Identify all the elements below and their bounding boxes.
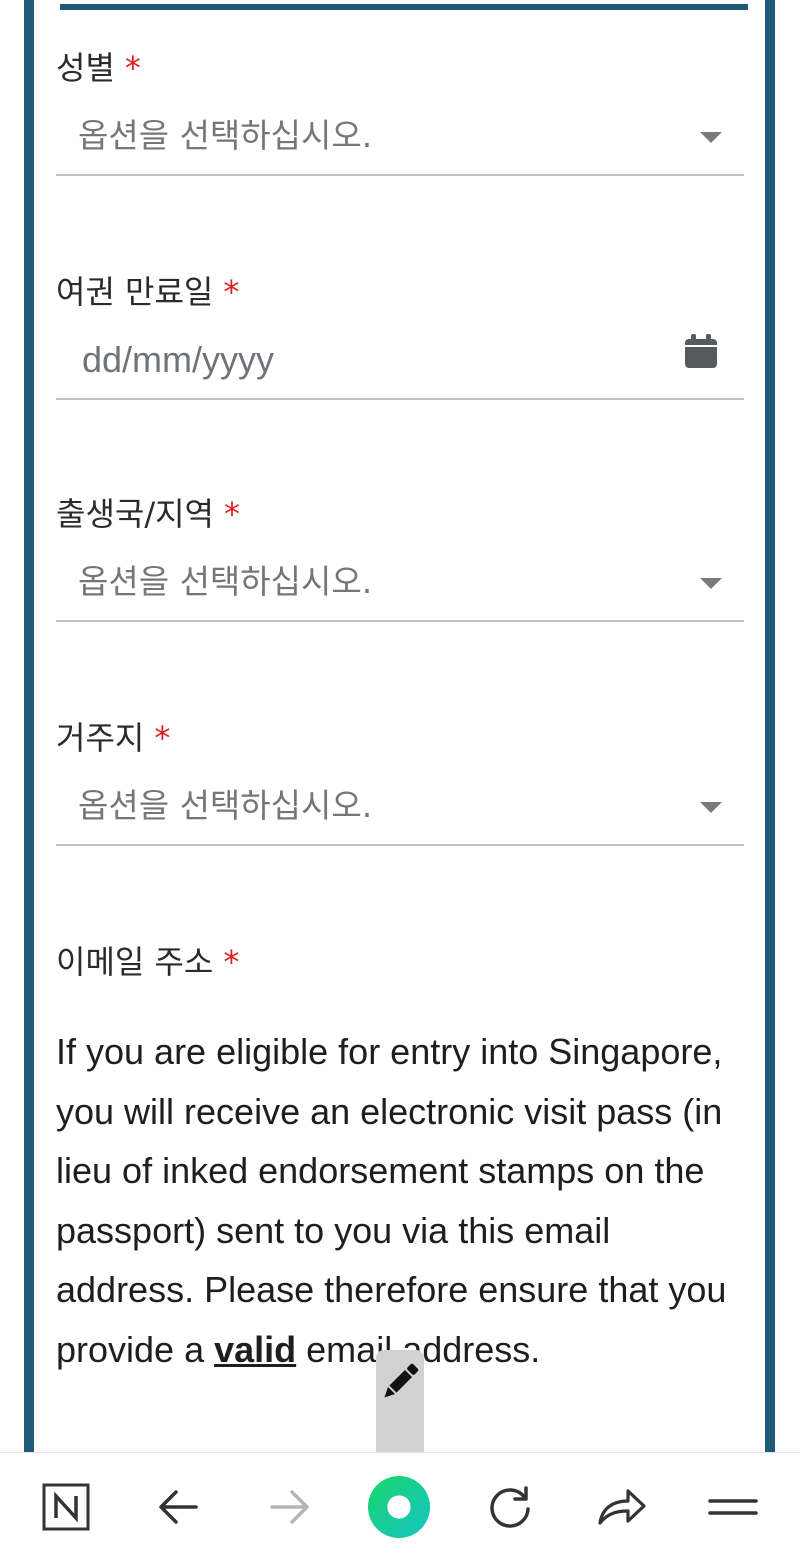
birth-country-select[interactable]: 옵션을 선택하십시오. bbox=[56, 554, 744, 622]
passport-expiry-field: 여권 만료일 * dd/mm/yyyy bbox=[56, 272, 744, 400]
reload-icon bbox=[490, 1486, 530, 1528]
required-mark: * bbox=[223, 943, 240, 981]
pencil-icon bbox=[384, 1363, 419, 1398]
passport-expiry-placeholder: dd/mm/yyyy bbox=[82, 339, 275, 380]
arrow-right-icon bbox=[270, 1490, 309, 1524]
gender-label: 성별 * bbox=[56, 49, 141, 87]
gender-placeholder: 옵션을 선택하십시오. bbox=[78, 116, 373, 155]
residence-placeholder: 옵션을 선택하십시오. bbox=[78, 786, 373, 825]
forward-button[interactable] bbox=[258, 1475, 322, 1539]
share-icon bbox=[598, 1489, 646, 1525]
n-logo-icon bbox=[42, 1483, 90, 1531]
birth-country-label: 출생국/지역 * bbox=[56, 495, 240, 533]
required-mark: * bbox=[223, 495, 240, 533]
menu-button[interactable] bbox=[701, 1475, 765, 1539]
residence-field: 거주지 * 옵션을 선택하십시오. bbox=[56, 718, 744, 846]
required-mark: * bbox=[124, 49, 141, 87]
form-border-left bbox=[24, 0, 34, 1452]
naver-home-button[interactable] bbox=[34, 1475, 98, 1539]
email-field: 이메일 주소 * bbox=[56, 942, 744, 982]
dropdown-caret-icon bbox=[700, 578, 722, 589]
gender-field: 성별 * 옵션을 선택하십시오. bbox=[56, 48, 744, 176]
email-label: 이메일 주소 * bbox=[56, 943, 240, 981]
back-button[interactable] bbox=[146, 1475, 210, 1539]
birth-country-field: 출생국/지역 * 옵션을 선택하십시오. bbox=[56, 494, 744, 622]
gender-select[interactable]: 옵션을 선택하십시오. bbox=[56, 108, 744, 176]
residence-select[interactable]: 옵션을 선택하십시오. bbox=[56, 778, 744, 846]
form-border-right bbox=[765, 0, 775, 1452]
required-mark: * bbox=[154, 719, 171, 757]
form-border-top bbox=[60, 4, 748, 10]
required-mark: * bbox=[223, 273, 240, 311]
dropdown-caret-icon bbox=[700, 802, 722, 813]
page: 성별 * 옵션을 선택하십시오. 여권 만료일 * dd/mm/yyyy 출생국/지… bbox=[0, 0, 800, 1557]
calendar-icon[interactable] bbox=[685, 334, 717, 368]
residence-label: 거주지 * bbox=[56, 719, 171, 757]
reload-button[interactable] bbox=[478, 1475, 542, 1539]
birth-country-placeholder: 옵션을 선택하십시오. bbox=[78, 562, 373, 601]
share-button[interactable] bbox=[590, 1475, 654, 1539]
edit-fab-button[interactable] bbox=[376, 1350, 424, 1454]
arrow-left-icon bbox=[159, 1490, 198, 1524]
passport-expiry-label: 여권 만료일 * bbox=[56, 273, 240, 311]
valid-emphasis: valid bbox=[214, 1328, 297, 1370]
browser-toolbar bbox=[0, 1452, 800, 1557]
dropdown-caret-icon bbox=[700, 132, 722, 143]
green-dot-icon bbox=[367, 1475, 431, 1539]
passport-expiry-input[interactable]: dd/mm/yyyy bbox=[56, 332, 744, 400]
green-dot-button[interactable] bbox=[367, 1475, 431, 1539]
email-info-text: If you are eligible for entry into Singa… bbox=[56, 1031, 727, 1370]
menu-icon bbox=[708, 1499, 758, 1515]
